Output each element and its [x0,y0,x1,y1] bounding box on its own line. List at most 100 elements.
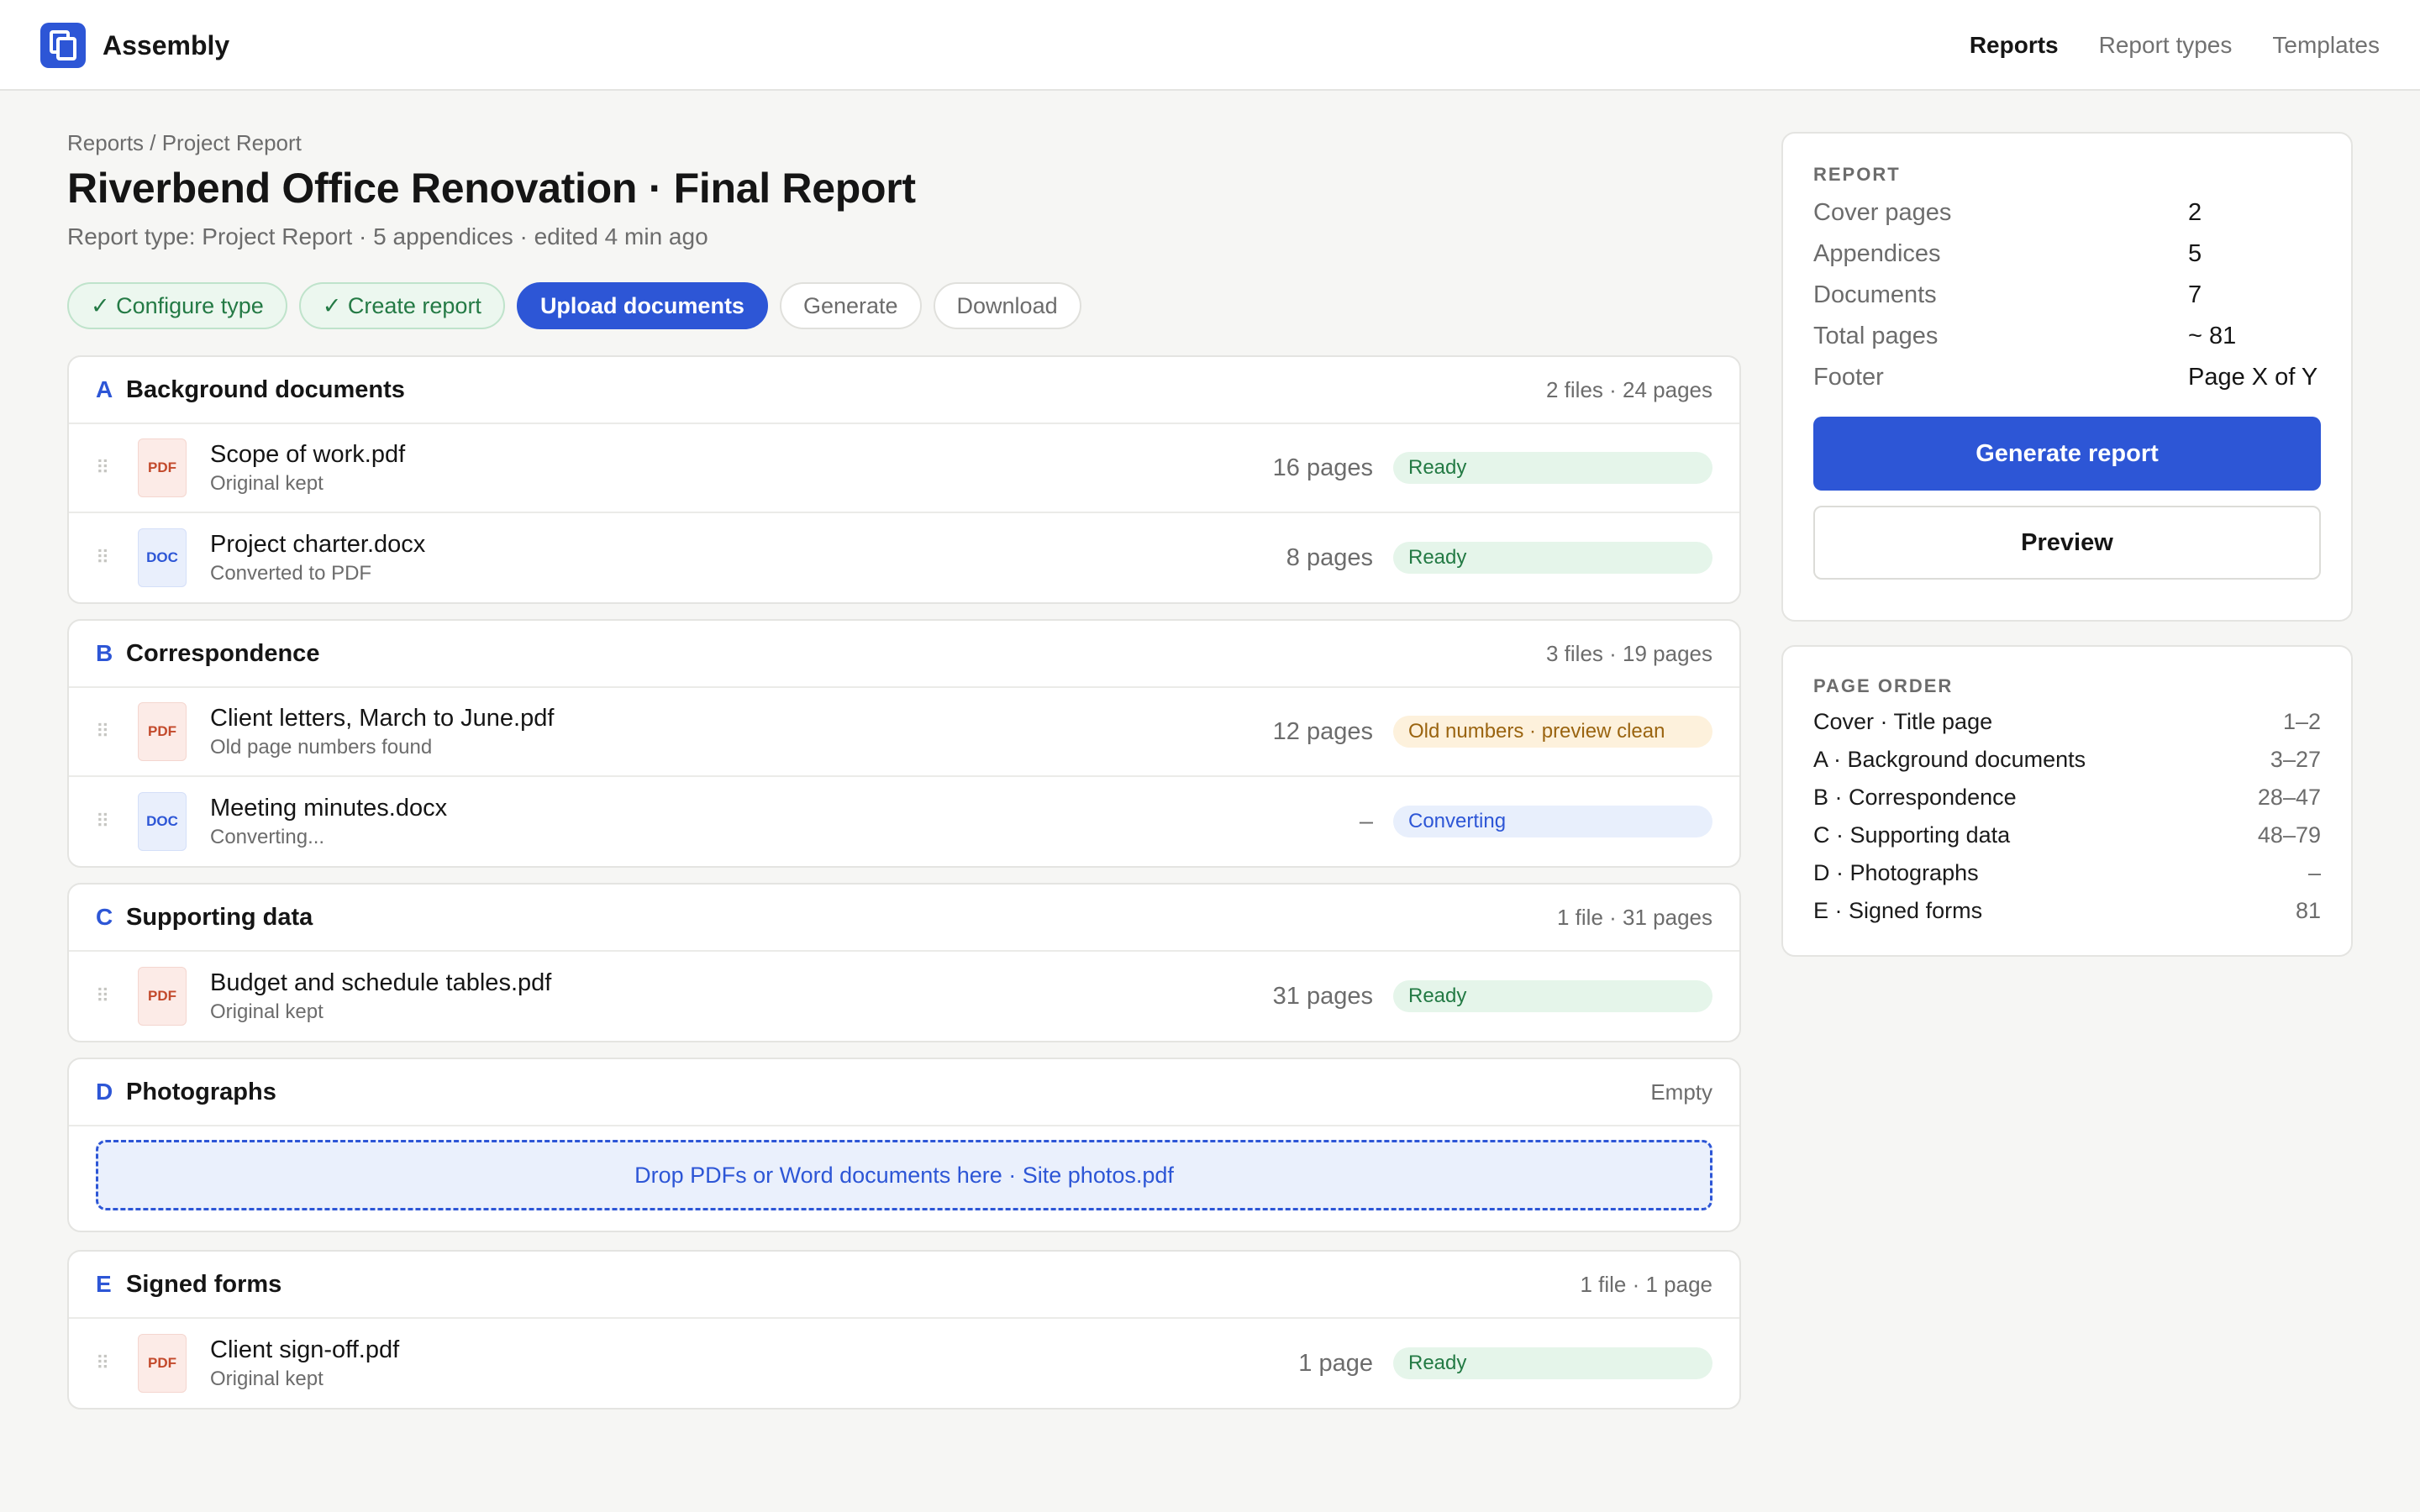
step-upload-documents[interactable]: Upload documents [516,282,768,329]
summary-value: Page X of Y [2188,364,2318,391]
preview-button[interactable]: Preview [1813,506,2321,580]
page-order-name: D · Photographs [1813,860,1979,885]
file-name: Budget and schedule tables.pdf [210,969,552,996]
section-header[interactable]: D Photographs Empty [69,1059,1739,1126]
status-badge: Old numbers · preview clean [1393,716,1712,748]
file-name: Project charter.docx [210,530,426,558]
step-create-report[interactable]: ✓ Create report [298,282,505,329]
file-dropzone[interactable]: Drop PDFs or Word documents here · Site … [96,1140,1712,1210]
section-letter: C [96,904,113,930]
section-header[interactable]: B Correspondence 3 files · 19 pages [69,621,1739,688]
appendix-section-c: C Supporting data 1 file · 31 pages ⠿ PD… [67,883,1741,1042]
drag-handle-icon[interactable]: ⠿ [96,1352,126,1374]
file-note: Original kept [210,1000,324,1023]
nav-report-types[interactable]: Report types [2099,32,2233,59]
drag-handle-icon[interactable]: ⠿ [96,547,126,569]
status-badge: Ready [1393,452,1712,484]
top-bar: Assembly Reports Report types Templates [0,0,2420,91]
step-configure-type[interactable]: ✓ Configure type [67,282,287,329]
file-row[interactable]: ⠿ DOC Meeting minutes.docx Converting...… [69,777,1739,866]
page-order-range: 1–2 [2282,709,2321,734]
section-title: Correspondence [126,639,320,667]
page-order-row: B · Correspondence 28–47 [1813,785,2321,811]
main-nav: Reports Report types Templates [1970,0,2380,91]
page-title: Riverbend Office Renovation · Final Repo… [67,165,916,212]
file-pages: 1 page [1298,1349,1373,1377]
section-letter: E [96,1271,112,1297]
summary-row: Cover pages 2 [1813,199,2321,227]
drag-handle-icon[interactable]: ⠿ [96,985,126,1007]
file-row[interactable]: ⠿ DOC Project charter.docx Converted to … [69,513,1739,602]
page-order-row: D · Photographs – [1813,860,2321,886]
appendix-section-d: D Photographs Empty Drop PDFs or Word do… [67,1058,1741,1232]
page-order-row: A · Background documents 3–27 [1813,747,2321,773]
file-name: Client sign-off.pdf [210,1336,400,1363]
section-meta: 1 file · 1 page [1580,1271,1712,1297]
assembly-logo-icon [40,23,86,68]
section-meta: 1 file · 31 pages [1556,904,1712,930]
generate-report-button[interactable]: Generate report [1813,417,2321,491]
section-title: Background documents [126,375,405,403]
pdf-file-icon: PDF [138,967,187,1026]
summary-value: 2 [2188,199,2202,226]
page-order-row: C · Supporting data 48–79 [1813,822,2321,848]
file-pages: 31 pages [1272,982,1373,1010]
file-name: Client letters, March to June.pdf [210,704,555,732]
page-order-range: 28–47 [2257,785,2321,810]
file-pages: 16 pages [1272,454,1373,481]
nav-reports[interactable]: Reports [1970,32,2059,59]
appendix-section-a: A Background documents 2 files · 24 page… [67,355,1741,604]
section-letter: D [96,1079,113,1105]
summary-key: Total pages [1813,323,1939,349]
file-pages: – [1359,807,1373,835]
section-meta: 2 files · 24 pages [1545,376,1712,402]
section-title: Photographs [126,1078,276,1105]
page-order-name: Cover · Title page [1813,709,1993,734]
section-header[interactable]: C Supporting data 1 file · 31 pages [69,885,1739,952]
section-header[interactable]: E Signed forms 1 file · 1 page [69,1252,1739,1319]
step-download[interactable]: Download [933,282,1081,329]
summary-value: 7 [2188,281,2202,308]
page-order-card: PAGE ORDER Cover · Title page 1–2 A · Ba… [1781,645,2353,957]
summary-key: Cover pages [1813,199,1952,226]
pdf-file-icon: PDF [138,1334,187,1393]
file-row[interactable]: ⠿ PDF Client sign-off.pdf Original kept … [69,1319,1739,1408]
summary-key: Footer [1813,364,1884,391]
breadcrumb[interactable]: Reports / Project Report [67,130,302,156]
pdf-file-icon: PDF [138,438,187,497]
file-note: Original kept [210,1367,324,1390]
summary-key: Appendices [1813,240,1941,267]
drag-handle-icon[interactable]: ⠿ [96,457,126,479]
section-meta: Empty [1650,1079,1712,1105]
file-note: Original kept [210,471,324,495]
file-note: Converting... [210,825,325,848]
drag-handle-icon[interactable]: ⠿ [96,811,126,832]
page-order-range: 81 [2295,898,2321,923]
file-note: Old page numbers found [210,735,433,759]
nav-templates[interactable]: Templates [2272,32,2380,59]
summary-key: Documents [1813,281,1937,308]
drag-handle-icon[interactable]: ⠿ [96,721,126,743]
summary-row: Appendices 5 [1813,240,2321,268]
summary-row: Footer Page X of Y [1813,364,2321,391]
brand[interactable]: Assembly [40,23,229,68]
status-badge: Converting [1393,806,1712,837]
file-row[interactable]: ⠿ PDF Budget and schedule tables.pdf Ori… [69,952,1739,1041]
step-generate[interactable]: Generate [779,282,922,329]
page-order-name: C · Supporting data [1813,822,2011,848]
file-name: Scope of work.pdf [210,440,406,468]
file-row[interactable]: ⠿ PDF Scope of work.pdf Original kept 16… [69,424,1739,513]
appendix-section-e: E Signed forms 1 file · 1 page ⠿ PDF Cli… [67,1250,1741,1410]
page-order-row: Cover · Title page 1–2 [1813,709,2321,735]
file-note: Converted to PDF [210,561,372,585]
card-label: REPORT [1813,164,1901,185]
step-progress: ✓ Configure type ✓ Create report Upload … [67,282,1081,329]
status-badge: Ready [1393,980,1712,1012]
file-row[interactable]: ⠿ PDF Client letters, March to June.pdf … [69,688,1739,777]
app-name: Assembly [103,29,230,60]
section-meta: 3 files · 19 pages [1545,640,1712,666]
page-order-range: – [2307,860,2321,885]
section-header[interactable]: A Background documents 2 files · 24 page… [69,357,1739,424]
page-order-name: B · Correspondence [1813,785,2017,810]
summary-row: Total pages ~ 81 [1813,323,2321,350]
